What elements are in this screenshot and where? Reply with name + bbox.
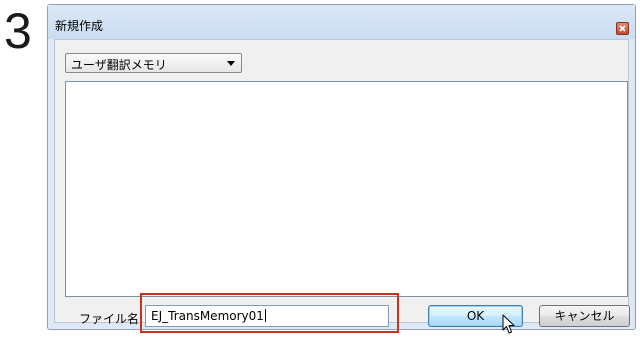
filename-value: EJ_TransMemory01	[151, 309, 264, 323]
dialog-title: 新規作成	[55, 19, 104, 33]
close-icon	[619, 25, 626, 32]
text-caret	[264, 309, 266, 322]
cancel-button[interactable]: キャンセル	[539, 305, 630, 327]
new-create-dialog: 新規作成 ユーザ翻訳メモリ ファイル名: EJ_TransMemory01 OK…	[47, 4, 636, 334]
filename-label: ファイル名:	[79, 312, 144, 326]
filename-input[interactable]: EJ_TransMemory01	[145, 305, 389, 327]
dialog-titlebar[interactable]: 新規作成	[48, 5, 635, 39]
step-number: 3	[4, 3, 32, 59]
chevron-down-icon	[227, 61, 235, 66]
close-button[interactable]	[616, 22, 629, 35]
memory-type-value: ユーザ翻訳メモリ	[71, 58, 167, 72]
memory-type-dropdown[interactable]: ユーザ翻訳メモリ	[65, 53, 242, 73]
mouse-pointer-icon	[502, 314, 515, 334]
file-list-area[interactable]	[65, 81, 628, 297]
dialog-body: ユーザ翻訳メモリ ファイル名: EJ_TransMemory01 OK キャンセ…	[54, 39, 630, 334]
